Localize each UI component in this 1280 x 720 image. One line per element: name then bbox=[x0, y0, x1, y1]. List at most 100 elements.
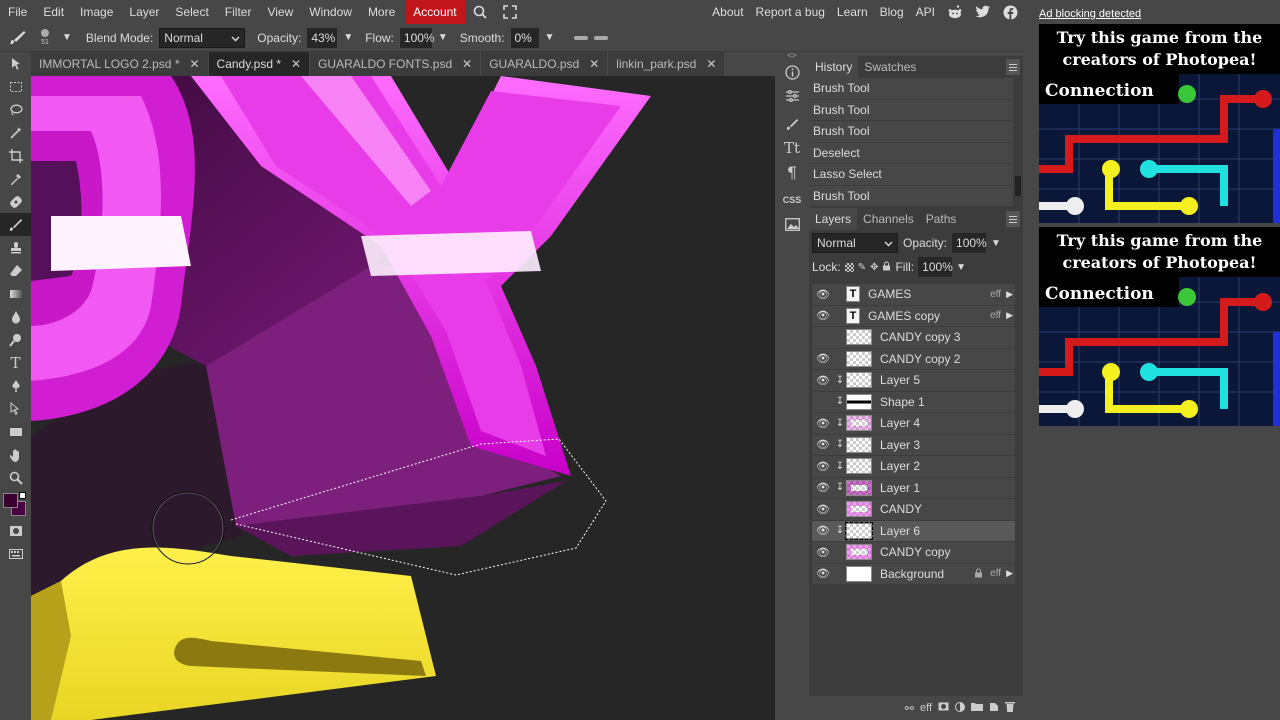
visibility-eye-icon[interactable]: 👁 bbox=[812, 288, 834, 301]
layer-row-games[interactable]: 👁 T GAMES eff ▶ bbox=[812, 284, 1015, 306]
menu-select[interactable]: Select bbox=[167, 0, 216, 24]
blur-tool-icon[interactable] bbox=[0, 305, 31, 328]
history-item[interactable]: Brush Tool bbox=[809, 185, 1013, 207]
brush-preset-dropdown-icon[interactable]: ▼ bbox=[62, 32, 72, 43]
layer-row-candy[interactable]: 👁 CANDY bbox=[812, 499, 1015, 521]
lasso-tool-icon[interactable] bbox=[0, 98, 31, 121]
menu-filter[interactable]: Filter bbox=[217, 0, 260, 24]
layer-row-layer-3[interactable]: 👁 ↧ Layer 3 bbox=[812, 434, 1015, 456]
pen-tool-icon[interactable] bbox=[0, 374, 31, 397]
layer-row-candy-copy[interactable]: 👁 CANDY copy bbox=[812, 542, 1015, 564]
lock-pixels-icon[interactable]: ✎ bbox=[858, 262, 866, 273]
layer-row-layer-4[interactable]: 👁 ↧ Layer 4 bbox=[812, 413, 1015, 435]
flow-input[interactable]: 100% bbox=[399, 27, 435, 48]
visibility-eye-icon[interactable]: 👁 bbox=[812, 546, 834, 559]
visibility-eye-icon[interactable]: 👁 bbox=[812, 309, 834, 322]
keyboard-icon[interactable] bbox=[0, 542, 31, 565]
ad-blocking-notice[interactable]: Ad blocking detected bbox=[1039, 8, 1141, 20]
visibility-eye-icon[interactable]: 👁 bbox=[812, 503, 834, 516]
effects-badge[interactable]: eff bbox=[990, 568, 1001, 579]
lock-position-icon[interactable]: ✥ bbox=[870, 262, 878, 273]
menu-api[interactable]: API bbox=[910, 0, 941, 24]
layer-row-candy-copy-2[interactable]: 👁 CANDY copy 2 bbox=[812, 348, 1015, 370]
visibility-eye-icon[interactable]: 👁 bbox=[812, 481, 834, 494]
visibility-eye-icon[interactable]: 👁 bbox=[812, 524, 834, 537]
smooth-input[interactable]: 0% bbox=[510, 27, 539, 48]
image-panel-icon[interactable] bbox=[775, 212, 809, 236]
visibility-eye-icon[interactable]: 👁 bbox=[812, 352, 834, 365]
css-panel-icon[interactable]: CSS bbox=[775, 188, 809, 212]
layer-row-background[interactable]: 👁 Background eff ▶ bbox=[812, 563, 1015, 585]
account-button[interactable]: Account bbox=[405, 0, 465, 24]
layer-row-layer-6[interactable]: 👁 ↧ Layer 6 bbox=[812, 520, 1015, 542]
tab-candy[interactable]: Candy.psd * ✕ bbox=[208, 52, 310, 76]
history-item[interactable]: Deselect bbox=[809, 142, 1013, 164]
close-icon[interactable]: ✕ bbox=[589, 57, 599, 71]
flow-dropdown-icon[interactable]: ▼ bbox=[438, 32, 448, 43]
type-tool-icon[interactable]: T bbox=[0, 351, 31, 374]
fill-input[interactable]: 100% bbox=[918, 257, 953, 277]
adjustments-panel-icon[interactable] bbox=[775, 84, 809, 108]
brush-preset-picker[interactable]: 51 bbox=[34, 28, 56, 47]
gradient-tool-icon[interactable] bbox=[0, 282, 31, 305]
eraser-tool-icon[interactable] bbox=[0, 259, 31, 282]
tab-history[interactable]: History bbox=[809, 56, 859, 78]
shape-tool-icon[interactable] bbox=[0, 420, 31, 443]
swap-colors-icon[interactable] bbox=[19, 492, 26, 499]
effects-badge[interactable]: eff bbox=[990, 289, 1001, 300]
brush-panel-icon[interactable] bbox=[775, 112, 809, 136]
menu-report-bug[interactable]: Report a bug bbox=[750, 0, 831, 24]
zoom-tool-icon[interactable] bbox=[0, 466, 31, 489]
visibility-eye-icon[interactable]: 👁 bbox=[812, 417, 834, 430]
layer-opacity-dropdown-icon[interactable]: ▼ bbox=[991, 238, 1001, 249]
healing-brush-tool-icon[interactable] bbox=[0, 190, 31, 213]
clone-stamp-tool-icon[interactable] bbox=[0, 236, 31, 259]
adjustment-icon[interactable] bbox=[955, 701, 965, 715]
tab-channels[interactable]: Channels bbox=[857, 208, 920, 230]
menu-learn[interactable]: Learn bbox=[831, 0, 874, 24]
tab-paths[interactable]: Paths bbox=[920, 208, 963, 230]
menu-more[interactable]: More bbox=[360, 0, 403, 24]
history-item[interactable]: Brush Tool bbox=[809, 78, 1013, 100]
expand-effects-icon[interactable]: ▶ bbox=[1006, 310, 1013, 321]
ad-banner-bottom[interactable]: Try this game from the creators of Photo… bbox=[1039, 227, 1280, 426]
visibility-eye-icon[interactable]: 👁 bbox=[812, 374, 834, 387]
layer-row-layer-1[interactable]: 👁 ↧ Layer 1 bbox=[812, 477, 1015, 499]
panel-menu-icon[interactable] bbox=[1006, 59, 1020, 75]
fullscreen-icon[interactable] bbox=[495, 0, 525, 24]
menu-about[interactable]: About bbox=[706, 0, 749, 24]
smooth-dropdown-icon[interactable]: ▼ bbox=[545, 32, 555, 43]
marquee-tool-icon[interactable] bbox=[0, 75, 31, 98]
layer-row-layer-2[interactable]: 👁 ↧ Layer 2 bbox=[812, 456, 1015, 478]
close-icon[interactable]: ✕ bbox=[462, 57, 472, 71]
brush-tool-icon[interactable] bbox=[8, 30, 28, 46]
layer-opacity-input[interactable]: 100% bbox=[952, 233, 987, 253]
effects-badge[interactable]: eff bbox=[990, 310, 1001, 321]
menu-view[interactable]: View bbox=[259, 0, 301, 24]
move-tool-icon[interactable] bbox=[0, 52, 31, 75]
menu-edit[interactable]: Edit bbox=[35, 0, 72, 24]
close-icon[interactable]: ✕ bbox=[291, 57, 301, 71]
tab-guaraldo[interactable]: GUARALDO.psd ✕ bbox=[481, 52, 608, 76]
facebook-icon[interactable] bbox=[997, 0, 1024, 24]
collapse-arrows-icon[interactable]: <> bbox=[775, 52, 809, 60]
crop-tool-icon[interactable] bbox=[0, 144, 31, 167]
history-item[interactable]: Brush Tool bbox=[809, 99, 1013, 121]
link-icon[interactable]: ⚯ bbox=[905, 702, 914, 715]
expand-effects-icon[interactable]: ▶ bbox=[1006, 289, 1013, 300]
folder-icon[interactable] bbox=[971, 702, 983, 714]
opacity-input[interactable]: 43% bbox=[307, 27, 338, 48]
trash-icon[interactable] bbox=[1005, 701, 1015, 715]
info-icon[interactable] bbox=[775, 60, 809, 84]
dodge-tool-icon[interactable] bbox=[0, 328, 31, 351]
menu-image[interactable]: Image bbox=[72, 0, 121, 24]
paragraph-panel-icon[interactable]: ¶ bbox=[775, 160, 809, 184]
tab-linkin-park[interactable]: linkin_park.psd ✕ bbox=[608, 52, 725, 76]
menu-window[interactable]: Window bbox=[301, 0, 360, 24]
effects-icon[interactable]: eff bbox=[920, 702, 932, 714]
expand-effects-icon[interactable]: ▶ bbox=[1006, 568, 1013, 579]
quick-mask-icon[interactable] bbox=[0, 519, 31, 542]
history-scrollbar[interactable] bbox=[1015, 176, 1021, 196]
color-swatches[interactable] bbox=[0, 489, 31, 519]
layer-blend-select[interactable]: Normal bbox=[812, 233, 898, 253]
